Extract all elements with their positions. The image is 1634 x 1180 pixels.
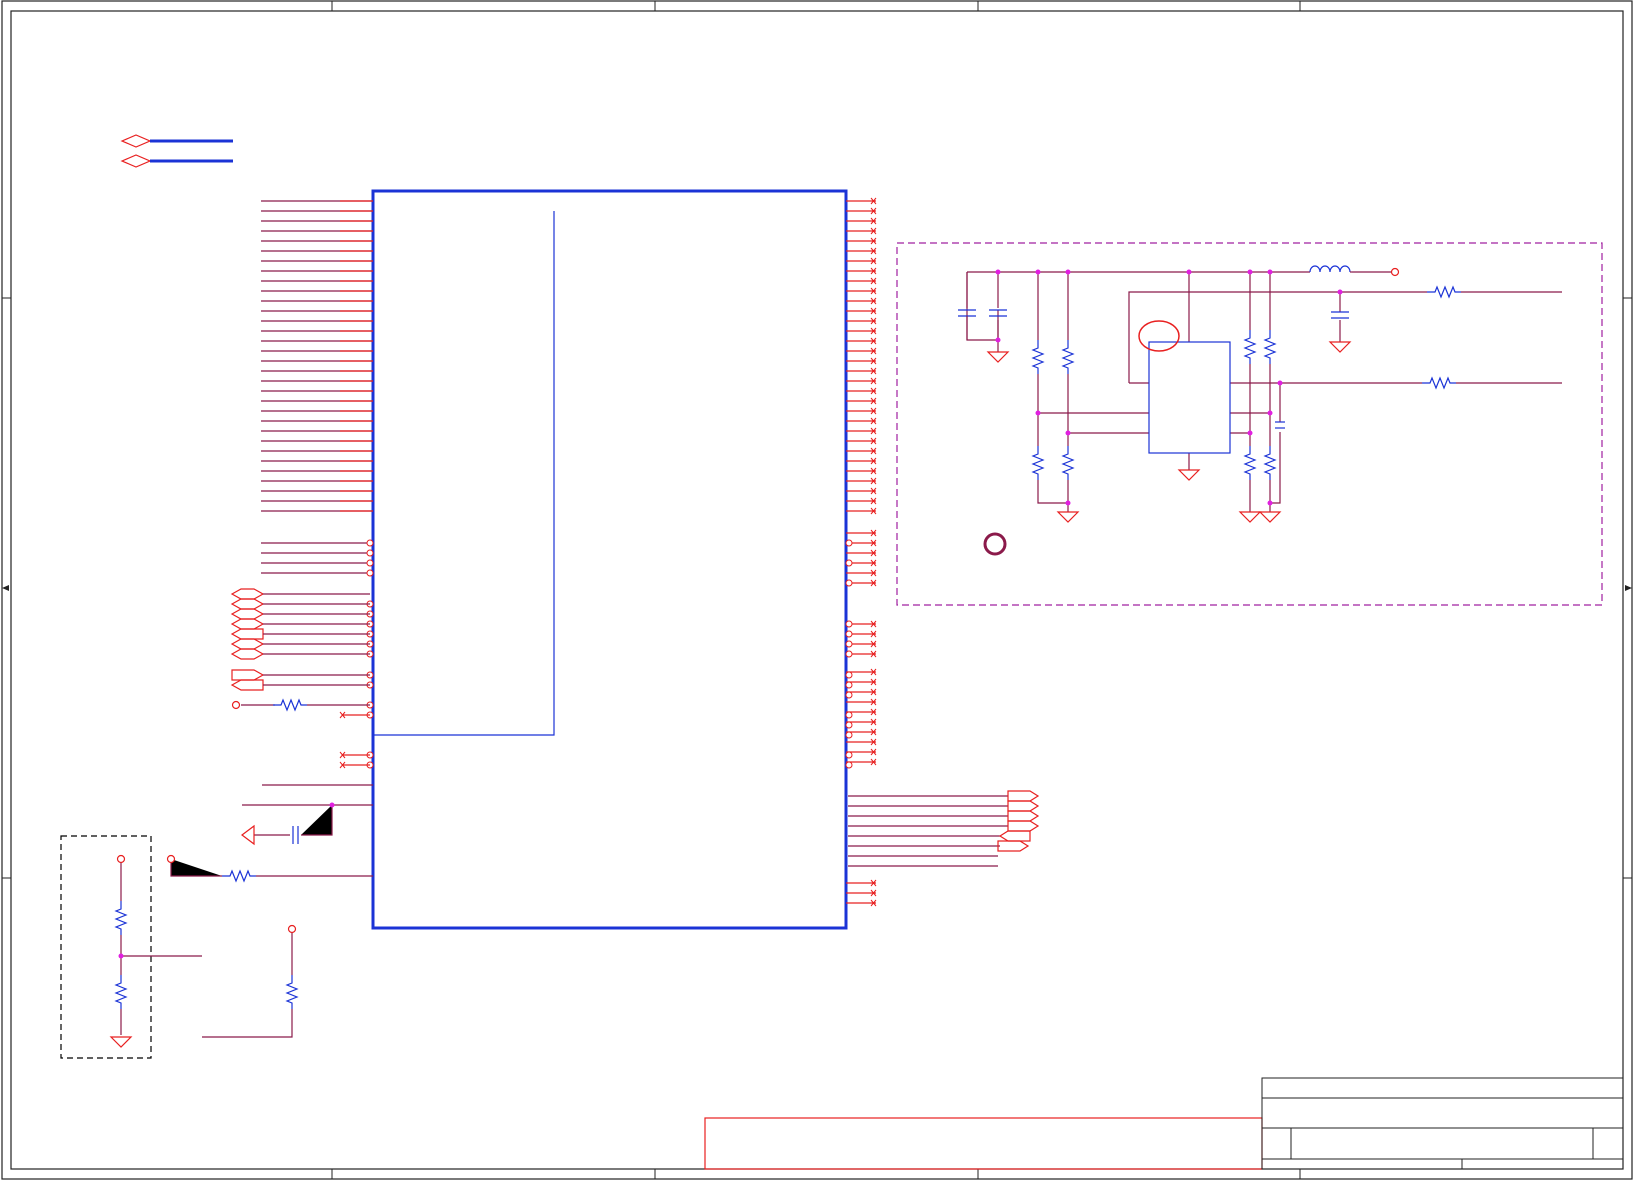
pin-circle [845, 650, 853, 658]
main-ic-left-pins [261, 200, 374, 769]
resistor-symbol [286, 974, 298, 1010]
resistor-symbol [1062, 445, 1074, 481]
pin-circle [845, 539, 853, 547]
pin1-marker [1138, 320, 1180, 352]
resistor-symbol [272, 699, 308, 711]
pin-circle [366, 539, 374, 547]
title-block [1261, 1077, 1624, 1170]
fiducial-mark [983, 532, 1007, 556]
pin-circle [845, 579, 853, 587]
ground-symbol [1057, 511, 1079, 523]
resistor-symbol [1426, 286, 1462, 298]
inductor-symbol [1309, 265, 1351, 273]
pin-circle [366, 559, 374, 567]
resistor-symbol [1062, 339, 1074, 375]
test-point [166, 854, 176, 864]
resistor-symbol [115, 974, 127, 1010]
off-page-connector-icon [230, 588, 265, 691]
net-wire [120, 862, 293, 1038]
pin-circle [845, 711, 853, 719]
net-wire [848, 795, 1008, 867]
junction-dot [995, 269, 1343, 506]
junction-dot [329, 802, 335, 808]
pin-circle [845, 640, 853, 648]
net-wire [170, 593, 373, 877]
pin-circle [845, 559, 853, 567]
off-page-connector-icon [120, 134, 152, 168]
resistor-symbol [221, 870, 257, 882]
junction-dot [118, 953, 124, 959]
pin-circle [366, 569, 374, 577]
ground-symbol [987, 351, 1009, 363]
pin-circle [845, 721, 853, 729]
resistor-symbol [1244, 329, 1256, 365]
resistor-symbol [1421, 377, 1457, 389]
capacitor-symbol [958, 309, 1349, 429]
resistor-symbol [115, 900, 127, 936]
bus-line [150, 139, 233, 163]
pin-circle [845, 761, 853, 769]
ground-symbol [241, 824, 255, 846]
off-page-connector-icon [997, 790, 1040, 852]
resistor-symbol [1032, 445, 1044, 481]
test-point [231, 700, 241, 710]
resistor-symbol [1032, 339, 1044, 375]
sheet-frame [1, 0, 1633, 1180]
pin-circle [845, 751, 853, 759]
test-point [287, 924, 297, 934]
ground-symbol [1259, 511, 1281, 523]
ground-symbol [1329, 341, 1351, 353]
frame-zone-ticks [2, 1, 1632, 1179]
pin-circle [845, 691, 853, 699]
regulator-ic [1148, 341, 1231, 454]
resistor-symbol [1264, 445, 1276, 481]
test-point [1390, 267, 1400, 277]
resistor-symbol [1244, 445, 1256, 481]
capacitor-symbol [292, 826, 299, 844]
test-point [116, 854, 126, 864]
schematic-canvas [1, 0, 1633, 1180]
main-ic-right-pins [845, 197, 877, 907]
main-ic [371, 189, 848, 930]
pin-circle [845, 671, 853, 679]
red-annotation-box [704, 1117, 1263, 1170]
pin-circle [845, 630, 853, 638]
net-wire [966, 271, 1562, 512]
divider-subcircuit-box [60, 835, 152, 1059]
pin-circle [366, 549, 374, 557]
ground-symbol [110, 1036, 132, 1048]
pin-circle [845, 681, 853, 689]
pin-circle [845, 731, 853, 739]
frame-center-arrows [2, 585, 1632, 591]
ground-symbol [1178, 469, 1200, 481]
ground-symbol [1239, 511, 1261, 523]
pin-circle [845, 620, 853, 628]
resistor-symbol [1264, 329, 1276, 365]
